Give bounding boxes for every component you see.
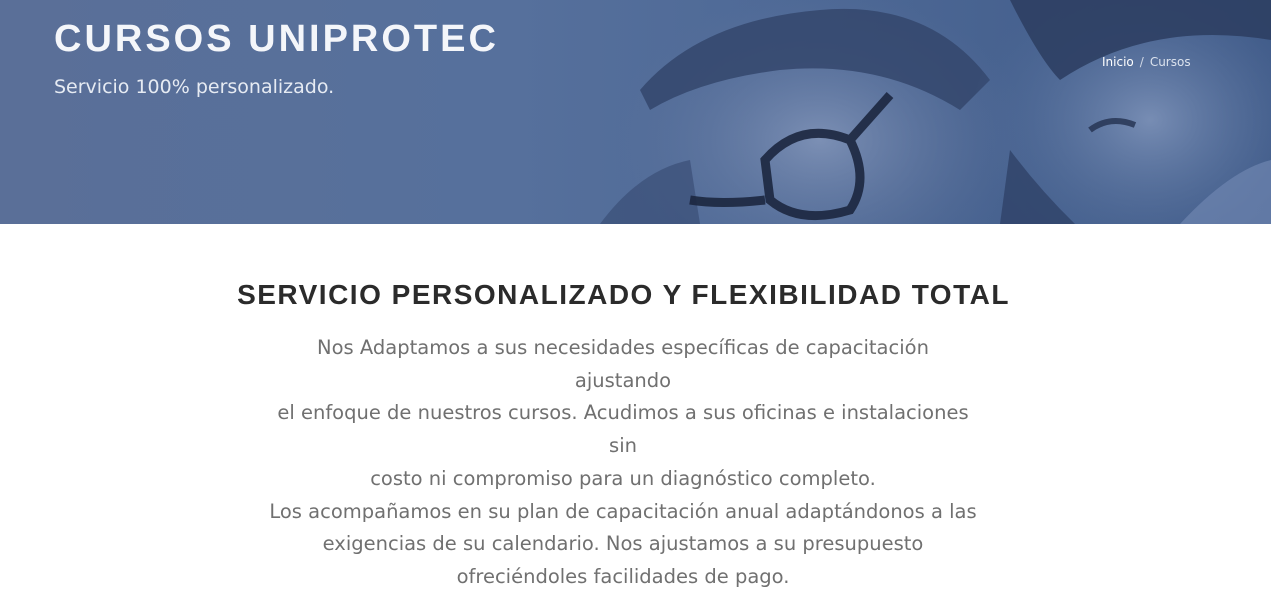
main-content: SERVICIO PERSONALIZADO Y FLEXIBILIDAD TO…: [0, 224, 1271, 588]
description-line: costo ni compromiso para un diagnóstico …: [370, 466, 876, 490]
breadcrumb-separator: /: [1139, 55, 1144, 69]
breadcrumb-home-link[interactable]: Inicio: [1102, 55, 1134, 69]
breadcrumb-current: Cursos: [1149, 55, 1191, 69]
hero-banner: CURSOS UNIPROTEC Servicio 100% personali…: [0, 0, 1271, 224]
description-line: Los acompañamos en su plan de capacitaci…: [269, 499, 977, 523]
page-title: CURSOS UNIPROTEC: [54, 18, 499, 60]
section-description: Nos Adaptamos a sus necesidades específi…: [266, 332, 980, 594]
page-subtitle: Servicio 100% personalizado.: [54, 76, 335, 98]
section-heading: SERVICIO PERSONALIZADO Y FLEXIBILIDAD TO…: [237, 279, 1010, 310]
description-line: exigencias de su calendario. Nos ajustam…: [322, 532, 924, 556]
description-line: Nos Adaptamos a sus necesidades específi…: [317, 336, 929, 392]
description-line: el enfoque de nuestros cursos. Acudimos …: [277, 401, 969, 458]
description-line: ofreciéndoles facilidades de pago.: [456, 564, 790, 588]
breadcrumb: Inicio / Cursos: [1102, 55, 1191, 69]
